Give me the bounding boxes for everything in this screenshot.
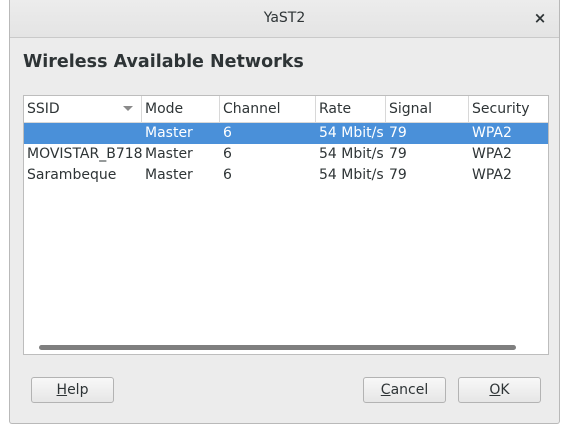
cell-channel: 6 bbox=[223, 125, 232, 141]
cell-security: WPA2 bbox=[472, 146, 512, 162]
column-header-label: Security bbox=[472, 101, 530, 117]
column-header-channel[interactable]: Channel bbox=[220, 96, 316, 122]
cell-rate: 54 Mbit/s bbox=[319, 167, 384, 183]
close-icon[interactable]: × bbox=[529, 7, 551, 29]
cancel-button[interactable]: Cancel bbox=[363, 377, 446, 403]
ok-button[interactable]: OK bbox=[458, 377, 541, 403]
table-row[interactable]: Master 6 54 Mbit/s 79 WPA2 bbox=[24, 123, 548, 144]
table-header: SSID Mode Channel Rate Signal Security bbox=[24, 96, 548, 123]
yast2-dialog: YaST2 × Wireless Available Networks SSID… bbox=[9, 0, 560, 424]
window-title: YaST2 bbox=[263, 10, 306, 26]
cancel-label-rest: ancel bbox=[390, 382, 429, 398]
help-label-rest: elp bbox=[67, 382, 89, 398]
cell-mode: Master bbox=[145, 125, 193, 141]
cell-mode: Master bbox=[145, 146, 193, 162]
column-header-label: Channel bbox=[223, 101, 281, 117]
cell-security: WPA2 bbox=[472, 125, 512, 141]
ok-mnemonic: O bbox=[489, 382, 501, 398]
help-mnemonic: H bbox=[56, 382, 68, 398]
column-header-rate[interactable]: Rate bbox=[316, 96, 386, 122]
page-title: Wireless Available Networks bbox=[23, 52, 304, 72]
column-header-label: Signal bbox=[389, 101, 433, 117]
horizontal-scrollbar[interactable] bbox=[24, 340, 548, 354]
cell-signal: 79 bbox=[389, 167, 407, 183]
cell-ssid: Sarambeque bbox=[27, 167, 117, 183]
cancel-mnemonic: C bbox=[380, 382, 391, 398]
cell-rate: 54 Mbit/s bbox=[319, 125, 384, 141]
table-row[interactable]: MOVISTAR_B718 Master 6 54 Mbit/s 79 WPA2 bbox=[24, 144, 548, 165]
column-header-label: Rate bbox=[319, 101, 352, 117]
scrollbar-thumb[interactable] bbox=[39, 345, 516, 350]
cell-channel: 6 bbox=[223, 167, 232, 183]
cell-rate: 54 Mbit/s bbox=[319, 146, 384, 162]
help-button[interactable]: Help bbox=[31, 377, 114, 403]
sort-descending-icon bbox=[123, 106, 133, 111]
ok-label-rest: K bbox=[500, 382, 510, 398]
networks-table[interactable]: SSID Mode Channel Rate Signal Security M… bbox=[23, 95, 549, 355]
titlebar[interactable]: YaST2 × bbox=[10, 0, 559, 38]
column-header-ssid[interactable]: SSID bbox=[24, 96, 142, 122]
cell-signal: 79 bbox=[389, 146, 407, 162]
column-header-label: SSID bbox=[27, 101, 60, 117]
column-header-security[interactable]: Security bbox=[469, 96, 548, 122]
table-row[interactable]: Sarambeque Master 6 54 Mbit/s 79 WPA2 bbox=[24, 165, 548, 186]
cell-mode: Master bbox=[145, 167, 193, 183]
cell-ssid: MOVISTAR_B718 bbox=[27, 146, 142, 162]
cell-ssid bbox=[24, 123, 142, 144]
column-header-signal[interactable]: Signal bbox=[386, 96, 469, 122]
cell-security: WPA2 bbox=[472, 167, 512, 183]
cell-channel: 6 bbox=[223, 146, 232, 162]
cell-signal: 79 bbox=[389, 125, 407, 141]
column-header-label: Mode bbox=[145, 101, 184, 117]
column-header-mode[interactable]: Mode bbox=[142, 96, 220, 122]
